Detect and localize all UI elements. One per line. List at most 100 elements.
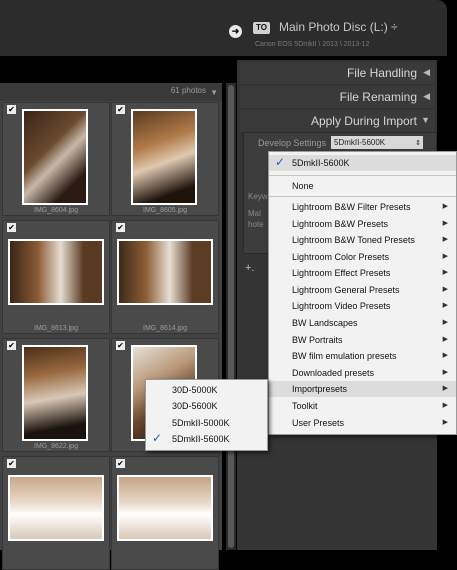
photo-count: 61 photos [170, 86, 206, 95]
chevron-right-icon: ▶ [442, 286, 448, 293]
menu-item-label: Lightroom Color Presets [292, 252, 390, 262]
expand-triangle-icon[interactable]: ▼ [421, 115, 430, 125]
checkbox-checked-icon[interactable]: ✔ [116, 341, 125, 350]
submenu-item[interactable]: 30D-5600K [146, 398, 267, 414]
chevron-right-icon: ▶ [442, 269, 448, 276]
menu-item-label: BW Portraits [292, 335, 343, 345]
grid-cell[interactable]: ✔ IMG_8613.jpg [2, 220, 110, 334]
menu-item-lr-general[interactable]: Lightroom General Presets ▶ [269, 282, 456, 298]
menu-item-lr-video[interactable]: Lightroom Video Presets ▶ [269, 298, 456, 314]
collapse-triangle-icon[interactable]: ◀ [423, 91, 430, 102]
develop-settings-select[interactable]: 5DmkII-5600K ⇕ [331, 136, 423, 149]
menu-item-lr-bw[interactable]: Lightroom B&W Presets ▶ [269, 216, 456, 232]
checkbox-checked-icon[interactable]: ✔ [116, 223, 125, 232]
menu-item-label: Lightroom B&W Filter Presets [292, 202, 411, 212]
destination-path: Canon EOS 5DmkII \ 2013 \ 2013-12 [255, 41, 370, 48]
photo-thumbnail[interactable] [22, 345, 88, 441]
destination-title[interactable]: Main Photo Disc (L:) ÷ [279, 20, 398, 34]
photo-thumbnail[interactable] [22, 109, 88, 205]
menu-item-none[interactable]: None [269, 178, 456, 194]
menu-item-label: None [292, 181, 314, 191]
menu-item-selected[interactable]: ✓ 5DmkII-5600K [269, 155, 456, 171]
grid-cell[interactable]: ✔ IMG_8604.jpg [2, 102, 110, 216]
sort-triangle-icon[interactable]: ▼ [210, 88, 218, 97]
menu-item-downloaded[interactable]: Downloaded presets ▶ [269, 365, 456, 381]
menu-item-lr-bw-filter[interactable]: Lightroom B&W Filter Presets ▶ [269, 199, 456, 215]
chevron-right-icon: ▶ [442, 385, 448, 392]
menu-item-toolkit[interactable]: Toolkit ▶ [269, 398, 456, 414]
chevron-right-icon: ▶ [442, 236, 448, 243]
photo-thumbnail[interactable] [8, 239, 104, 305]
menu-separator [269, 175, 456, 176]
filename-label: IMG_8604.jpg [34, 207, 78, 214]
filename-label: IMG_8605.jpg [143, 207, 187, 214]
importpresets-submenu: 30D-5000K 30D-5600K 5DmkII-5000K ✓ 5DmkI… [145, 379, 268, 451]
photo-thumbnail[interactable] [117, 239, 213, 305]
submenu-item[interactable]: 30D-5000K [146, 382, 267, 398]
menu-item-label: Importpresets [292, 384, 348, 394]
section-title: Apply During Import [310, 114, 417, 128]
menu-item-bw-portraits[interactable]: BW Portraits ▶ [269, 332, 456, 348]
chevron-right-icon: ▶ [442, 319, 448, 326]
photo-thumbnail[interactable] [117, 475, 213, 541]
chevron-right-icon: ▶ [442, 220, 448, 227]
section-title: File Renaming [339, 90, 417, 104]
arrow-right-icon[interactable]: ➜ [229, 25, 242, 38]
menu-item-label: Toolkit [292, 401, 318, 411]
grid-header: 61 photos ▼ [0, 83, 222, 101]
chevron-right-icon: ▶ [442, 336, 448, 343]
collapse-triangle-icon[interactable]: ◀ [423, 67, 430, 78]
keywords-label: Keyw [248, 192, 268, 201]
menu-item-bw-landscapes[interactable]: BW Landscapes ▶ [269, 315, 456, 331]
menu-item-lr-effect[interactable]: Lightroom Effect Presets ▶ [269, 265, 456, 281]
checkbox-checked-icon[interactable]: ✔ [7, 341, 16, 350]
grid-cell[interactable]: ✔ IMG_8622.jpg [2, 338, 110, 452]
submenu-item-checked[interactable]: ✓ 5DmkII-5600K [146, 431, 267, 447]
grid-scrollbar[interactable] [226, 83, 236, 550]
menu-item-label: Downloaded presets [292, 368, 375, 378]
section-apply-during-import[interactable]: Apply During Import ▼ [240, 110, 435, 132]
section-file-renaming[interactable]: File Renaming ◀ [240, 86, 435, 108]
section-title: File Handling [346, 66, 417, 80]
develop-settings-label: Develop Settings [258, 138, 327, 148]
menu-item-label: 5DmkII-5000K [172, 418, 230, 428]
chevron-right-icon: ▶ [442, 419, 448, 426]
menu-item-label: Lightroom Effect Presets [292, 268, 391, 278]
menu-item-label: Lightroom B&W Presets [292, 219, 389, 229]
stepper-icon: ⇕ [415, 140, 421, 147]
chevron-right-icon: ▶ [442, 369, 448, 376]
checkbox-checked-icon[interactable]: ✔ [7, 223, 16, 232]
grid-cell[interactable]: ✔ [111, 456, 219, 570]
grid-cell[interactable]: ✔ IMG_8614.jpg [111, 220, 219, 334]
metadata-label: Mal hote [248, 209, 264, 229]
develop-preset-menu: ✓ 5DmkII-5600K None Lightroom B&W Filter… [268, 151, 457, 435]
checkbox-checked-icon[interactable]: ✔ [116, 459, 125, 468]
section-file-handling[interactable]: File Handling ◀ [240, 62, 435, 84]
chevron-right-icon: ▶ [442, 302, 448, 309]
menu-item-label: BW film emulation presets [292, 351, 397, 361]
grid-cell[interactable]: ✔ [2, 456, 110, 570]
photo-thumbnail[interactable] [131, 109, 197, 205]
plus-icon[interactable]: +. [245, 262, 254, 274]
grid-cell[interactable]: ✔ IMG_8605.jpg [111, 102, 219, 216]
chevron-right-icon: ▶ [442, 402, 448, 409]
checkbox-checked-icon[interactable]: ✔ [7, 105, 16, 114]
menu-item-label: Lightroom B&W Toned Presets [292, 235, 415, 245]
chevron-right-icon: ▶ [442, 352, 448, 359]
menu-item-bw-film[interactable]: BW film emulation presets ▶ [269, 348, 456, 364]
menu-item-label: 30D-5600K [172, 401, 218, 411]
menu-item-user-presets[interactable]: User Presets ▶ [269, 415, 456, 431]
menu-item-label: 5DmkII-5600K [292, 158, 350, 168]
checkbox-checked-icon[interactable]: ✔ [7, 459, 16, 468]
submenu-item[interactable]: 5DmkII-5000K [146, 415, 267, 431]
menu-item-lr-bw-toned[interactable]: Lightroom B&W Toned Presets ▶ [269, 232, 456, 248]
menu-item-lr-color[interactable]: Lightroom Color Presets ▶ [269, 249, 456, 265]
scrollbar-thumb[interactable] [228, 85, 234, 548]
to-badge: TO [253, 22, 270, 34]
checkmark-icon: ✓ [152, 431, 163, 445]
checkbox-checked-icon[interactable]: ✔ [116, 105, 125, 114]
photo-thumbnail[interactable] [8, 475, 104, 541]
menu-item-label: 30D-5000K [172, 385, 218, 395]
menu-item-importpresets[interactable]: Importpresets ▶ [269, 381, 456, 397]
import-destination-bar: ➜ TO Main Photo Disc (L:) ÷ Canon EOS 5D… [0, 0, 447, 56]
